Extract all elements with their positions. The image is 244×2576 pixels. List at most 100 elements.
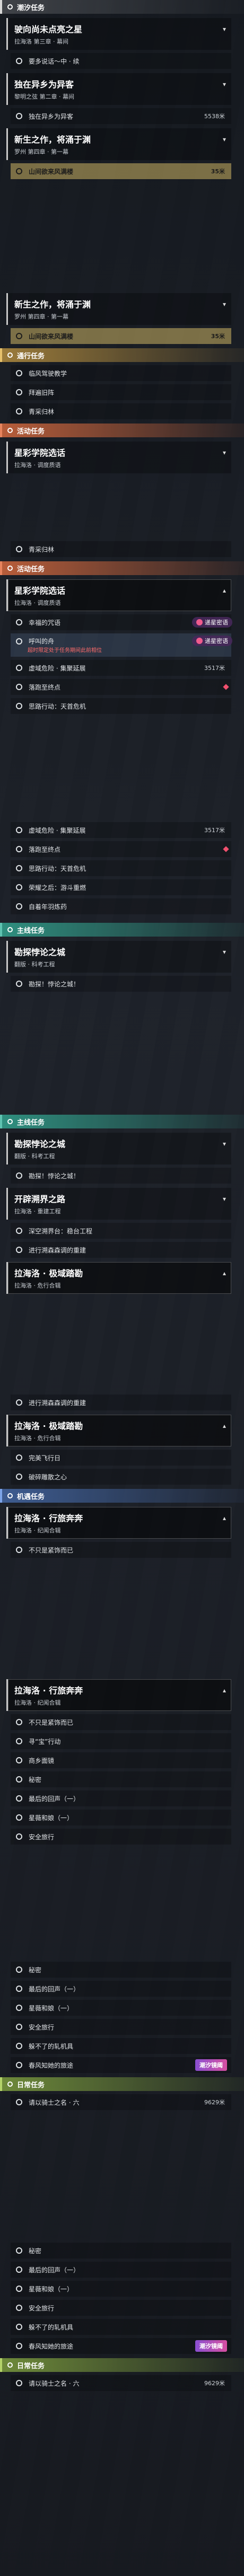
quest-step[interactable]: 荣耀之后：游斗重燃 xyxy=(11,879,231,895)
quest-step[interactable]: 星薇和娘（一） xyxy=(11,2000,231,2016)
step-dot-icon xyxy=(16,1547,22,1553)
step-dot-icon xyxy=(16,2062,22,2068)
chevron-icon: ▾ xyxy=(222,1140,226,1148)
quest-card[interactable]: 勘探悖论之城 翻版 · 科考工程 ▾ xyxy=(6,941,231,973)
quest-step[interactable]: 请以骑士之名 · 六 9629米 xyxy=(11,2375,231,2391)
quest-card-selected[interactable]: 星彩学院选话 拉海洛 · 调度质语 ▴ xyxy=(6,579,231,611)
step-dot-icon xyxy=(16,638,22,645)
quest-step[interactable]: 呼叫的舟 超时限定处于任务期间此前相位 递星密语 xyxy=(11,633,232,657)
quest-step[interactable]: 进行溯森森调的重建 xyxy=(11,1395,231,1410)
quest-step[interactable]: 完美飞行日 xyxy=(11,1450,231,1466)
step-dot-icon xyxy=(16,884,22,890)
quest-step[interactable]: 躲不了的轧机具 xyxy=(11,2038,231,2054)
quest-step[interactable]: 秘密 xyxy=(11,1771,231,1787)
quest-step[interactable]: 独在异乡为异客 5538米 xyxy=(11,108,231,124)
quest-step[interactable]: 落跑至终点 xyxy=(11,679,231,695)
quest-step[interactable]: 寻“宝”行动 xyxy=(11,1733,231,1749)
chevron-icon: ▴ xyxy=(222,1422,226,1430)
quest-step[interactable]: 秘密 xyxy=(11,1962,231,1978)
quest-step[interactable]: 商乡面镜 xyxy=(11,1752,231,1768)
quest-step[interactable]: 幸福的咒语 递星密语 xyxy=(11,614,232,630)
step-dot-icon xyxy=(16,665,22,671)
quest-card[interactable]: 开辟溯界之路 拉海洛 · 重建工程 ▾ xyxy=(6,1188,231,1220)
step-dot-icon xyxy=(16,2380,22,2386)
quest-card[interactable]: 新生之作，将涌于渊 罗州 第四章 · 第一幕 ▾ xyxy=(6,293,231,325)
quest-step[interactable]: 破碎雕散之心 xyxy=(11,1469,231,1485)
step-dot-icon xyxy=(16,2005,22,2011)
quest-step[interactable]: 虚域危险 · 集聚延展 3517米 xyxy=(11,822,231,838)
quest-card-selected[interactable]: 拉海洛 · 行旅奔奔 拉海洛 · 纪闻合辑 ▴ xyxy=(6,1679,231,1711)
step-dot-icon xyxy=(16,846,22,852)
step-dot-icon xyxy=(16,546,22,552)
quest-step[interactable]: 进行溯森森调的重建 xyxy=(11,1242,231,1258)
quest-step[interactable]: 青采归林 xyxy=(11,541,231,557)
step-dot-icon xyxy=(16,370,22,376)
quest-card-selected[interactable]: 拉海洛 · 极域踏勘 拉海洛 · 危行合辑 ▴ xyxy=(6,1262,231,1294)
step-dot-icon xyxy=(16,2343,22,2349)
quest-step[interactable]: 最后的回声（一） xyxy=(11,1981,231,1997)
quest-step[interactable]: 星薇和娘（一） xyxy=(11,1810,231,1825)
quest-step[interactable]: 勘探！悖论之城！ xyxy=(11,1168,231,1184)
quest-step[interactable]: 最后的回声（一） xyxy=(11,2262,231,2278)
quest-step[interactable]: 安全旅行 xyxy=(11,2300,231,2316)
step-dot-icon xyxy=(16,1776,22,1783)
quest-step-tracked[interactable]: 山间欲来风满楼 35米 xyxy=(11,163,231,179)
section-huodong: 活动任务 xyxy=(0,424,244,437)
event-icon xyxy=(7,428,13,433)
quest-step[interactable]: 躲不了的轧机具 xyxy=(11,2319,231,2335)
quest-step[interactable]: 深空溯界台：稳台工程 xyxy=(11,1223,231,1239)
event-icon xyxy=(7,566,13,571)
step-dot-icon xyxy=(16,1719,22,1725)
quest-step[interactable]: 拜遍旧阵 xyxy=(11,384,231,400)
quest-step[interactable]: 安全旅行 xyxy=(11,2019,231,2035)
quest-step[interactable]: 最后的回声（一） xyxy=(11,1790,231,1806)
quest-panel-1: 潮汐任务 驶向尚未点亮之星 拉海洛 第三章 · 幕间 ▾ 要多说话～中 · 续 独在… xyxy=(0,0,244,179)
quest-card[interactable]: 星彩学院选话 拉海洛 · 调度质语 ▾ xyxy=(6,442,231,473)
quest-step[interactable]: 春风知她的旅途 潮汐镜阈 xyxy=(11,2338,231,2354)
chevron-icon: ▾ xyxy=(222,449,226,456)
step-dot-icon xyxy=(16,2305,22,2311)
step-dot-icon xyxy=(16,2247,22,2254)
quest-card[interactable]: 独在异乡为异客 黎明之弦 第二章 · 幕间 ▾ xyxy=(6,73,231,105)
quest-step[interactable]: 要多说话～中 · 续 xyxy=(11,53,231,69)
quest-step[interactable]: 不只是紧饰而已 xyxy=(11,1542,231,1558)
quest-step[interactable]: 青采归林 xyxy=(11,403,231,419)
quest-step[interactable]: 春风知她的旅途 潮汐镜阈 xyxy=(11,2057,231,2073)
step-dot-icon xyxy=(16,1228,22,1234)
step-dot-icon xyxy=(16,865,22,871)
chevron-icon: ▾ xyxy=(222,1195,226,1203)
quest-step[interactable]: 临风驾驶教学 xyxy=(11,365,231,381)
quest-step[interactable]: 虚域危险 · 集聚延展 3517米 xyxy=(11,660,231,676)
tide-icon xyxy=(7,4,13,10)
quest-step[interactable]: 落跑至终点 xyxy=(11,841,231,857)
quest-card-selected[interactable]: 拉海洛 · 极域踏勘 拉海洛 · 危行合辑 ▴ xyxy=(6,1415,231,1446)
quest-card-selected[interactable]: 拉海洛 · 行旅奔奔 拉海洛 · 纪闻合辑 ▴ xyxy=(6,1507,231,1539)
quest-step[interactable]: 勘探！悖论之城！ xyxy=(11,976,231,992)
quest-step[interactable]: 秘密 xyxy=(11,2243,231,2259)
watermark-stamp: 潮汐镜阈 xyxy=(195,2340,227,2352)
quest-step[interactable]: 思路行动：天首危机 xyxy=(11,860,231,876)
section-zhuxian: 主线任务 xyxy=(0,1115,244,1128)
quest-step[interactable]: 自着年羽炼药 xyxy=(11,898,231,914)
step-dot-icon xyxy=(16,1474,22,1480)
quest-card[interactable]: 新生之作，将涌于渊 罗州 第四章 · 第一幕 ▾ xyxy=(6,128,231,160)
hint-badge[interactable]: 递星密语 xyxy=(192,636,232,646)
quest-card[interactable]: 勘探悖论之城 翻版 · 科考工程 ▾ xyxy=(6,1133,231,1165)
quest-step-tracked[interactable]: 山间欲来风满楼 35米 xyxy=(11,328,231,344)
step-dot-icon xyxy=(16,389,22,395)
section-tongxing: 通行任务 xyxy=(0,348,244,362)
quest-panel-6: 进行溯森森调的重建 拉海洛 · 极域踏勘 拉海洛 · 危行合辑 ▴ 完美飞行日 破碎… xyxy=(0,1391,244,1558)
quest-card[interactable]: 驶向尚未点亮之星 拉海洛 第三章 · 幕间 ▾ xyxy=(6,18,231,50)
quest-panel-4: 虚域危险 · 集聚延展 3517米 落跑至终点 思路行动：天首危机 荣耀之后：游斗… xyxy=(0,819,244,992)
quest-step[interactable]: 安全旅行 xyxy=(11,1829,231,1845)
chevron-icon: ▴ xyxy=(222,1269,226,1277)
quest-step[interactable]: 思路行动：天首危机 xyxy=(11,698,231,714)
quest-step[interactable]: 请以骑士之名 · 六 9629米 xyxy=(11,2094,231,2110)
quest-panel-9: 秘密 最后的回声（一） 星薇和娘（一） 安全旅行 躲不了的轧机具 春风知她的旅途… xyxy=(0,2239,244,2391)
section-chaoxi: 潮汐任务 xyxy=(0,0,244,14)
step-dot-icon xyxy=(16,1966,22,1973)
step-dot-icon xyxy=(16,2266,22,2273)
quest-step[interactable]: 星薇和娘（一） xyxy=(11,2281,231,2297)
quest-step[interactable]: 不只是紧饰而已 xyxy=(11,1714,231,1730)
hint-badge[interactable]: 递星密语 xyxy=(192,617,232,628)
